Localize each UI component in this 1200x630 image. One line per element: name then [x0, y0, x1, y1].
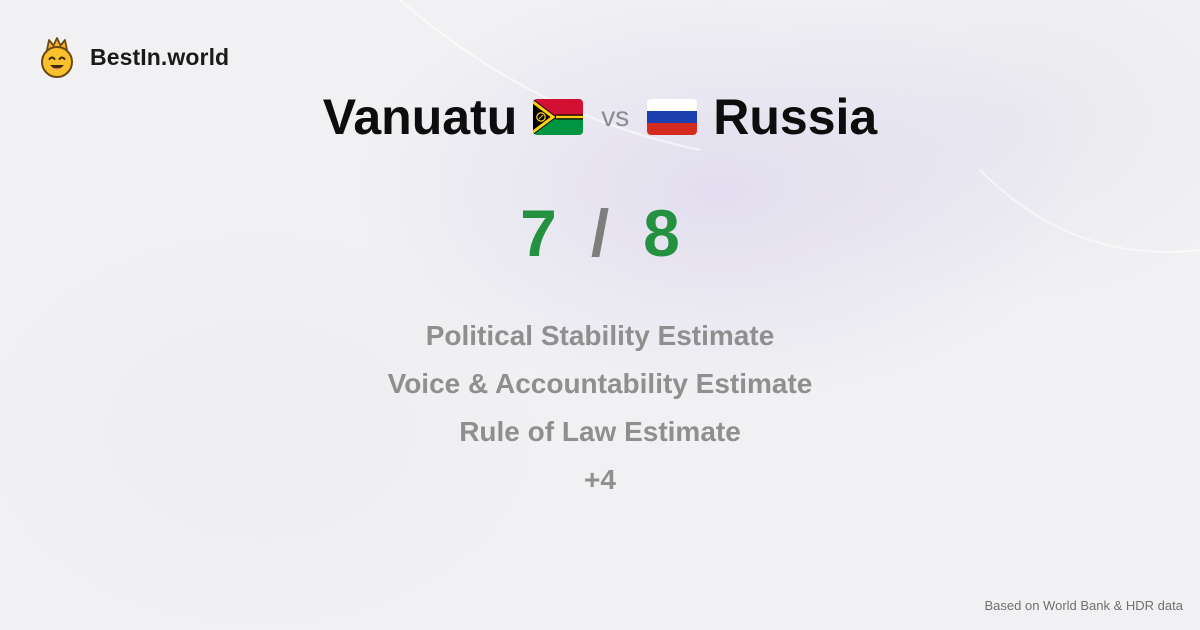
right-country-name: Russia [713, 89, 878, 145]
left-score: 7 [520, 196, 557, 270]
score-separator: / [590, 196, 610, 270]
brand[interactable]: BestIn.world [38, 36, 229, 78]
left-country-name: Vanuatu [322, 89, 518, 145]
right-score: 8 [643, 196, 680, 270]
metric-item: Rule of Law Estimate [459, 416, 741, 447]
metric-item: Voice & Accountability Estimate [387, 368, 813, 399]
comparison-title: Vanuatu vs Russia [0, 86, 1200, 148]
metric-item: Political Stability Estimate [425, 320, 775, 351]
more-metrics-count: +4 [584, 464, 616, 495]
score: 7 / 8 [0, 195, 1200, 271]
vs-label: vs [601, 101, 630, 132]
metric-list: Political Stability Estimate Voice & Acc… [0, 312, 1200, 504]
crowned-smiley-icon [41, 37, 73, 78]
vanuatu-flag-icon [533, 99, 584, 135]
russia-flag-icon [647, 99, 698, 135]
data-source-note: Based on World Bank & HDR data [984, 598, 1183, 613]
brand-name: BestIn.world [90, 43, 230, 70]
